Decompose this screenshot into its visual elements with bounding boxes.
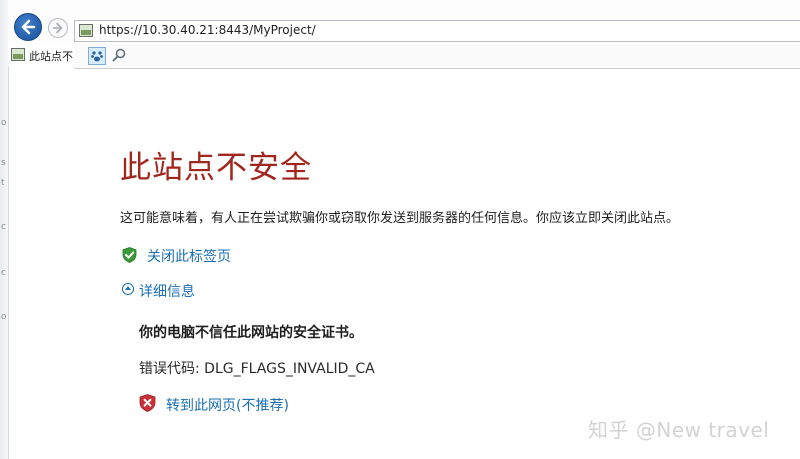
page-title: 此站点不安全: [120, 150, 312, 186]
window-left-edge: o s t c c o: [0, 0, 9, 459]
back-button[interactable]: [14, 13, 42, 41]
details-link[interactable]: 详细信息: [139, 281, 195, 301]
browser-toolbar: https://10.30.40.21:8443/MyProject/: [8, 0, 800, 44]
tab-current[interactable]: 此站点不: [8, 44, 75, 66]
url-text[interactable]: https://10.30.40.21:8443/MyProject/: [99, 23, 316, 37]
back-arrow-icon: [21, 19, 36, 35]
browser-subbar: [74, 44, 800, 69]
collapse-chevron-icon[interactable]: [122, 283, 134, 295]
warning-message: 这可能意味着，有人正在尝试欺骗你或窃取你发送到服务器的任何信息。你应该立即关闭此…: [120, 211, 680, 226]
search-icon[interactable]: [112, 48, 126, 62]
tab-title: 此站点不: [29, 50, 73, 63]
cert-untrusted-text: 你的电脑不信任此网站的安全证书。: [139, 325, 363, 341]
red-shield-x-icon: [139, 394, 156, 412]
compat-view-button[interactable]: [88, 47, 106, 65]
close-tab-link[interactable]: 关闭此标签页: [147, 246, 231, 266]
forward-button[interactable]: [48, 18, 68, 38]
forward-arrow-icon: [52, 22, 63, 34]
browser-window: o s t c c o https://10.30.40.21:8443/MyP…: [0, 0, 800, 459]
address-bar[interactable]: https://10.30.40.21:8443/MyProject/: [74, 20, 800, 42]
green-shield-check-icon: [122, 247, 137, 263]
continue-to-page-link[interactable]: 转到此网页(不推荐): [166, 395, 289, 415]
watermark: 知乎 @New travel: [588, 418, 770, 442]
site-favicon-icon: [79, 24, 93, 37]
compat-view-icon: [91, 51, 103, 62]
tab-favicon-icon: [11, 48, 25, 61]
error-code-text: 错误代码: DLG_FLAGS_INVALID_CA: [139, 361, 375, 377]
